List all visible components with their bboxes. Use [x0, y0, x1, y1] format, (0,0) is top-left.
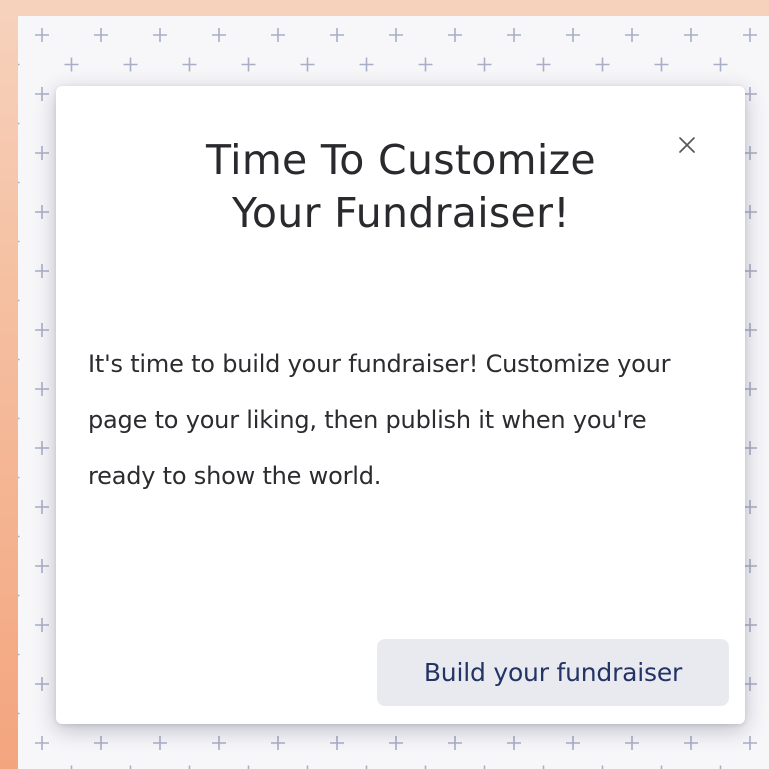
dialog-title-line-1: Time To Customize: [206, 136, 596, 184]
dialog-title-line-2: Your Fundraiser!: [232, 189, 570, 237]
close-button[interactable]: [672, 130, 702, 160]
dialog-title: Time To Customize Your Fundraiser!: [116, 134, 686, 240]
dialog-message: It's time to build your fundraiser! Cust…: [88, 350, 671, 490]
build-your-fundraiser-button[interactable]: Build your fundraiser: [377, 639, 729, 706]
customize-fundraiser-dialog: Time To Customize Your Fundraiser! It's …: [56, 86, 745, 724]
close-icon: [679, 137, 695, 153]
